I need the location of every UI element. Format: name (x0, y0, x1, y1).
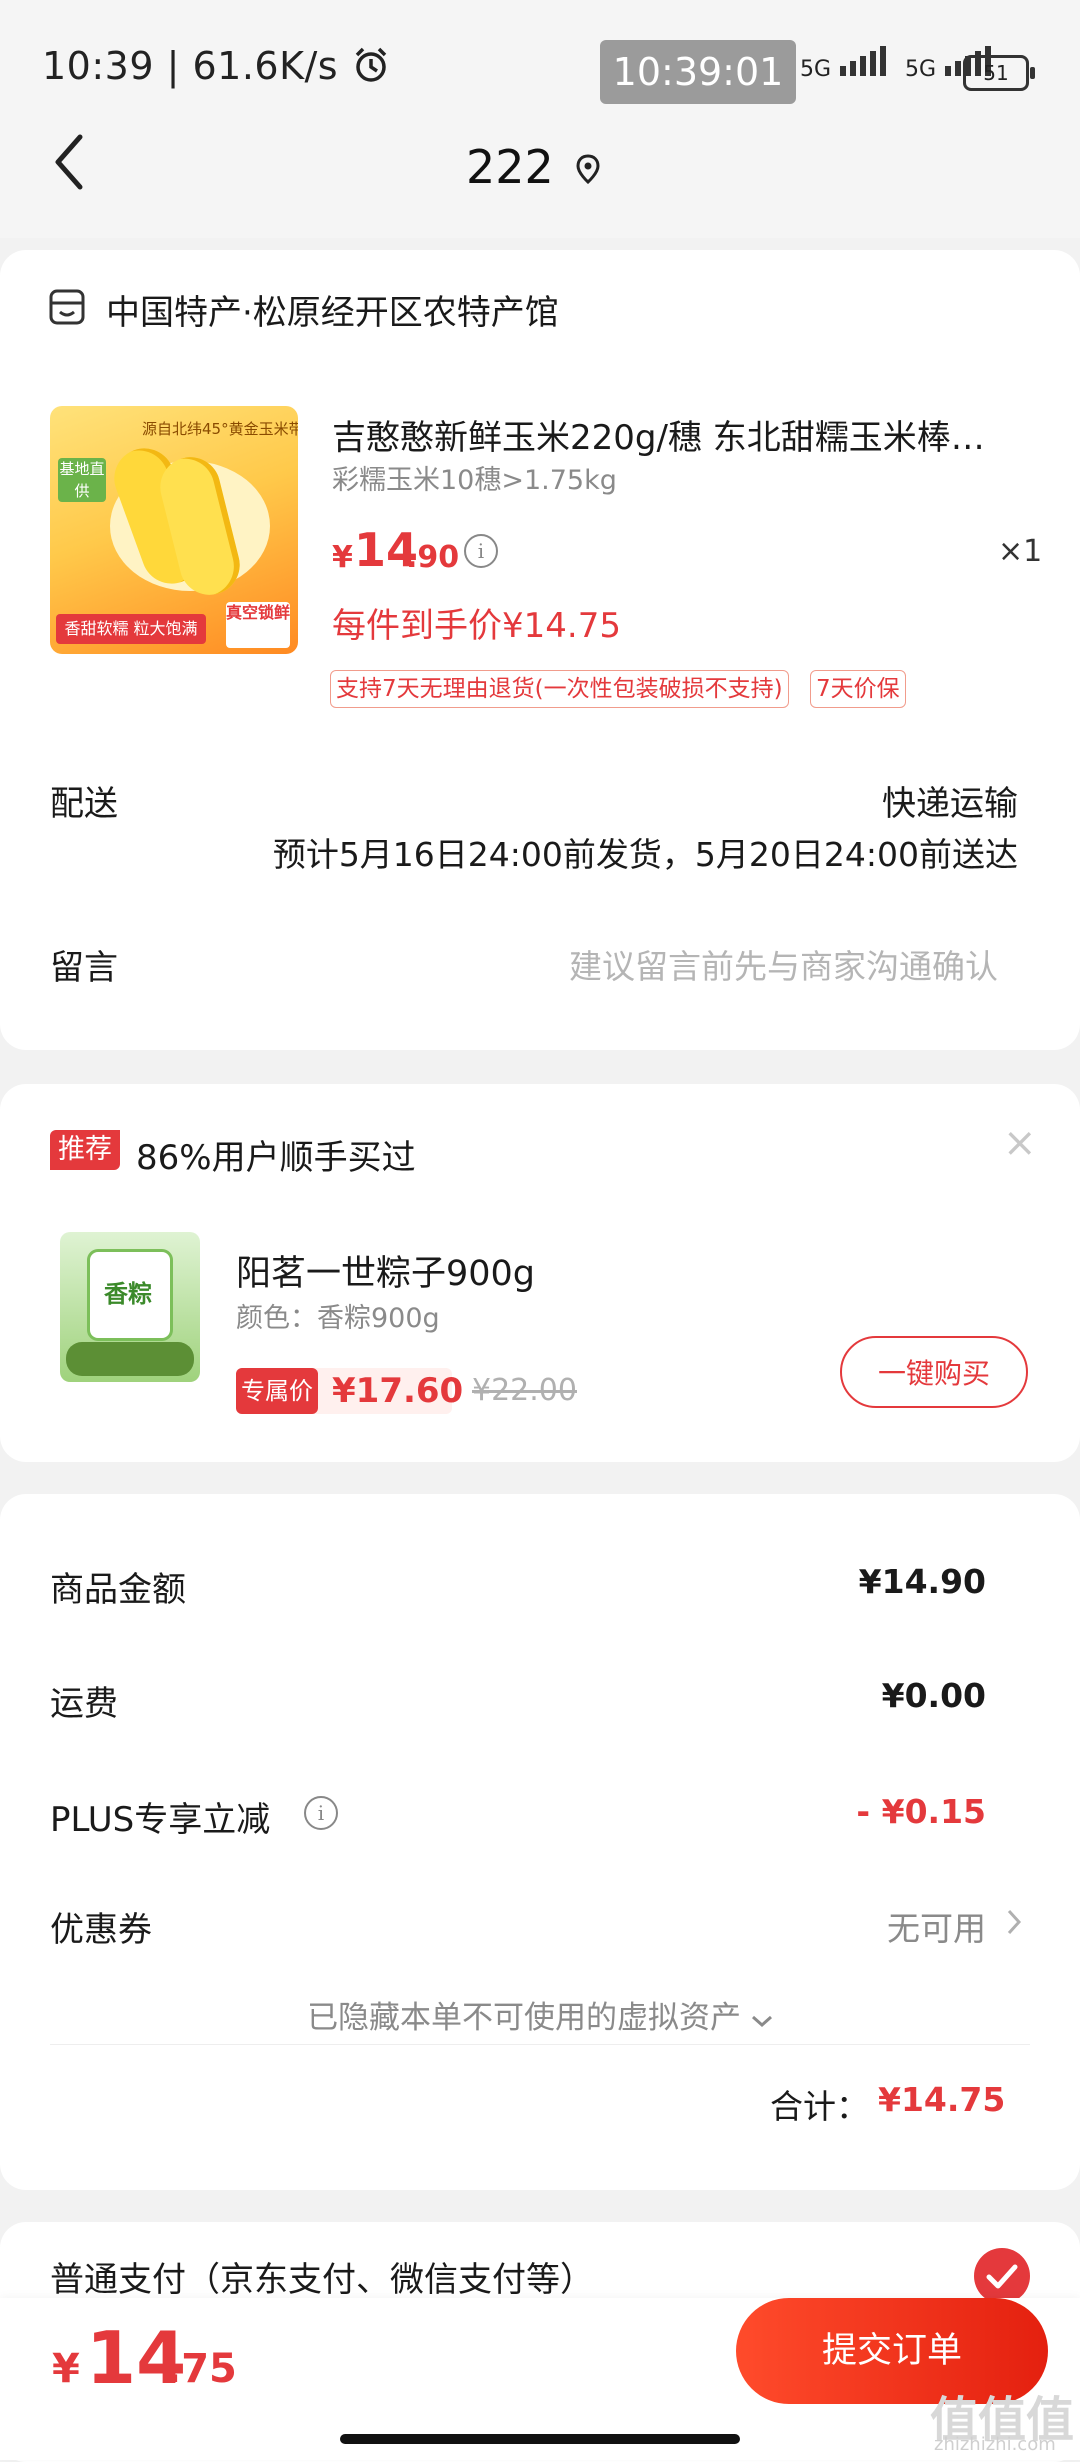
recommend-image[interactable]: 香粽 (60, 1232, 200, 1382)
delivery-eta: 预计5月16日24:00前发货，5月20日24:00前送达 (272, 835, 1018, 874)
product-image[interactable]: 源自北纬45°黄金玉米带 基地直供 香甜软糯 粒大饱满 真空锁鲜 (50, 406, 298, 654)
network-type: 5G (800, 57, 832, 82)
image-slogan: 香甜软糯 粒大饱满 (56, 614, 206, 644)
price-protect-tag[interactable]: 7天价保 (810, 670, 906, 708)
network-type-2: 5G (905, 57, 937, 82)
image-badge-2: 真空锁鲜 (226, 602, 290, 648)
shop-name[interactable]: 中国特产·松原经开区农特产馆 (106, 285, 559, 334)
goods-amount-label: 商品金额 (50, 1570, 186, 1610)
location-pin-icon[interactable] (576, 154, 600, 188)
alarm-icon (355, 47, 386, 82)
bottom-price-symbol: ¥ (52, 2346, 80, 2392)
back-button[interactable] (52, 133, 86, 206)
exclusive-price-badge: 专属价 (236, 1368, 318, 1414)
recommend-item-name[interactable]: 阳茗一世粽子900g (236, 1245, 535, 1296)
chevron-down-icon (751, 2015, 772, 2028)
coupon-label: 优惠券 (50, 1910, 152, 1950)
info-icon[interactable]: i (464, 534, 498, 568)
return-policy-tag[interactable]: 支持7天无理由退货(一次性包装破损不支持) (330, 670, 789, 708)
battery-icon: 51 (963, 55, 1035, 91)
watermark-url: zhizhizhi.com (934, 2434, 1056, 2455)
bottom-price-decimal: .75 (166, 2346, 237, 2392)
coupon-value[interactable]: 无可用 (887, 1902, 986, 1950)
plus-discount-label: PLUS专享立减 (50, 1800, 271, 1840)
image-badge: 基地直供 (58, 458, 106, 502)
hidden-assets-text: 已隐藏本单不可使用的虚拟资产 (307, 2000, 742, 2036)
chevron-left-icon (55, 134, 83, 190)
delivery-label: 配送 (50, 784, 118, 824)
chevron-right-icon[interactable] (1006, 1908, 1022, 1940)
message-input[interactable]: 建议留言前先与商家沟通确认 (569, 940, 998, 988)
check-icon[interactable] (974, 2248, 1030, 2304)
recommend-title: 86%用户顺手买过 (136, 1138, 416, 1178)
address-title[interactable]: 222 (466, 140, 554, 194)
recommend-badge: 推荐 (50, 1130, 120, 1170)
hidden-assets-toggle[interactable]: 已隐藏本单不可使用的虚拟资产 (0, 1992, 1080, 2037)
shipping-fee-label: 运费 (50, 1684, 118, 1724)
delivery-method[interactable]: 快递运输 (882, 776, 1018, 825)
image-caption: 源自北纬45°黄金玉米带 (142, 420, 298, 438)
recommend-item-spec: 颜色：香粽900g (236, 1303, 440, 1334)
status-text: 10:39 | 61.6K/s (42, 44, 339, 88)
price-symbol: ¥ (332, 540, 353, 575)
product-title[interactable]: 吉憨憨新鲜玉米220g/穗 东北甜糯玉米棒… (332, 410, 1032, 459)
each-price: 每件到手价¥14.75 (332, 606, 621, 646)
quantity: ×1 (998, 534, 1043, 569)
payment-method[interactable]: 普通支付（京东支付、微信支付等） (50, 2252, 594, 2301)
close-icon[interactable]: × (1003, 1120, 1037, 1166)
one-click-buy-button[interactable]: 一键购买 (840, 1336, 1028, 1408)
price-decimal: .90 (406, 540, 460, 575)
shipping-fee-value: ¥0.00 (881, 1676, 986, 1715)
goods-amount-value: ¥14.90 (858, 1562, 986, 1601)
shop-icon (48, 288, 86, 330)
message-label: 留言 (50, 948, 118, 988)
recommend-original-price: ¥22.00 (472, 1373, 577, 1408)
plus-discount-value: - ¥0.15 (856, 1792, 986, 1831)
overlay-clock: 10:39:01 (600, 40, 796, 104)
signal-icon: 5G (800, 46, 887, 82)
total-value: ¥14.75 (878, 2080, 1006, 2119)
home-indicator[interactable] (340, 2434, 740, 2444)
divider (50, 2044, 1030, 2045)
recommend-price: ¥17.60 (332, 1371, 464, 1411)
image-caption: 香粽 (104, 1280, 152, 1308)
zongzi-shape (66, 1342, 194, 1376)
total-label: 合计： (770, 2087, 869, 2126)
status-time-speed: 10:39 | 61.6K/s (42, 44, 391, 88)
product-spec: 彩糯玉米10穗>1.75kg (332, 465, 617, 496)
info-icon[interactable]: i (304, 1796, 338, 1830)
